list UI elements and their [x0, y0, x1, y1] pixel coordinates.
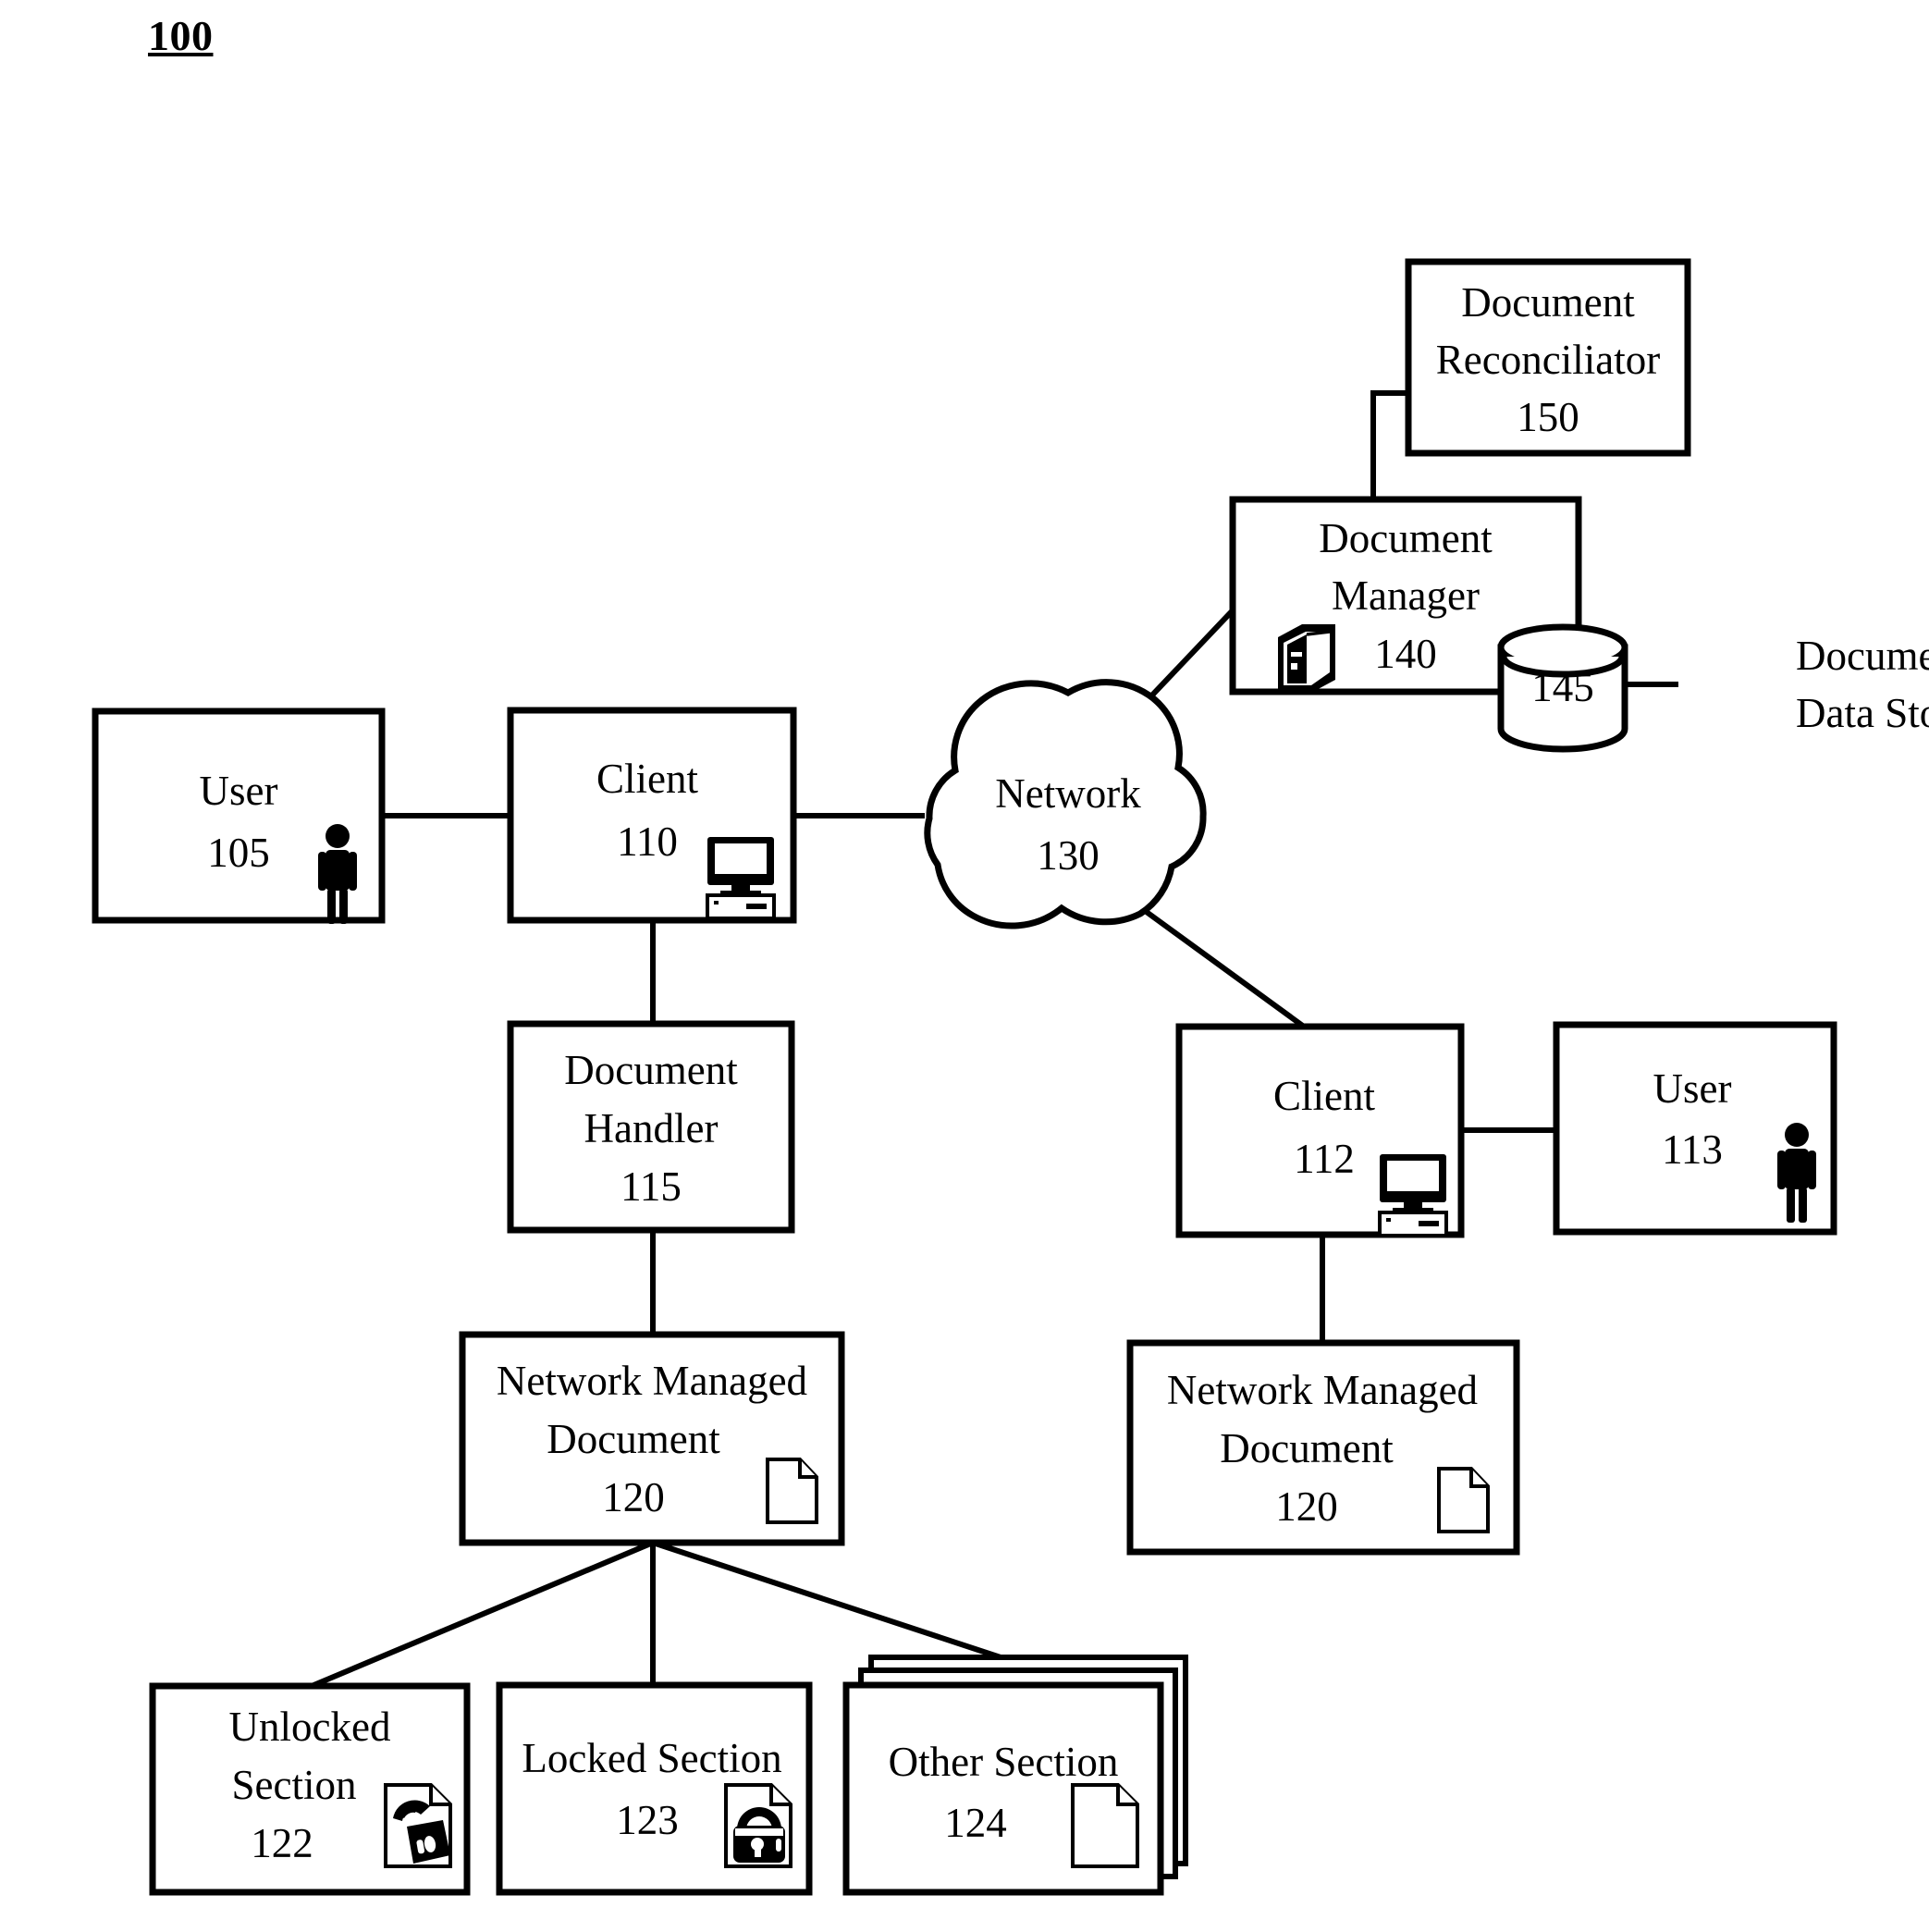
- document-handler115-label-line3: 115: [620, 1163, 682, 1210]
- node-unlocked-section-122[interactable]: Unlocked Section 122: [149, 1682, 471, 1896]
- locked-section123-label-line2: 123: [616, 1797, 679, 1843]
- user113-label-line2: 113: [1662, 1126, 1723, 1173]
- unlocked-section122-label-line1: Unlocked: [229, 1704, 391, 1750]
- figure-root: 100 User 105 Client 110 Network 130 Docu…: [0, 0, 1929, 1932]
- other-section124-label-line2: 124: [944, 1800, 1007, 1846]
- other-section124-label-line1: Other Section: [889, 1739, 1119, 1785]
- link-nmd120-unlocked-section122: [310, 1540, 655, 1689]
- user113-label-line1: User: [1653, 1065, 1732, 1112]
- document-unlocked-padlock-icon: [384, 1783, 452, 1868]
- node-user-113[interactable]: User 113: [1553, 1021, 1837, 1236]
- datastore145-caption-line1: Document: [1796, 633, 1929, 679]
- datastore145-caption-line2: Data Store: [1796, 690, 1929, 736]
- computer-icon: [706, 837, 776, 920]
- reconciliator150-label-line3: 150: [1517, 394, 1579, 440]
- client112-label-line2: 112: [1294, 1136, 1355, 1182]
- system-architecture-diagram: User 105 Client 110 Network 130 Document…: [92, 258, 1929, 1896]
- document-locked-padlock-icon: [724, 1783, 792, 1868]
- link-reconciliator150-document-manager140: [1370, 390, 1408, 502]
- node-datastore-145[interactable]: 145 Document Data Store: [1497, 623, 1929, 753]
- nmd120-right-label-line1: Network Managed: [1167, 1367, 1478, 1413]
- node-user-105[interactable]: User 105: [92, 708, 386, 924]
- server-icon: [1278, 624, 1335, 693]
- document-icon: [1437, 1467, 1490, 1533]
- user105-label-line2: 105: [207, 830, 270, 876]
- document-manager140-label-line1: Document: [1319, 515, 1493, 561]
- network130-label-line1: Network: [995, 770, 1141, 817]
- link-network130-client112: [1122, 892, 1306, 1029]
- unlocked-section122-label-line3: 122: [251, 1820, 313, 1866]
- node-locked-section-123[interactable]: Locked Section 123: [496, 1681, 813, 1896]
- nmd120-left-label-line1: Network Managed: [497, 1358, 807, 1404]
- user105-label-line1: User: [200, 768, 278, 814]
- node-network-130[interactable]: Network 130: [924, 679, 1207, 929]
- document-manager140-label-line2: Manager: [1332, 572, 1480, 619]
- document-icon: [1071, 1783, 1139, 1868]
- reconciliator150-label-line2: Reconciliator: [1436, 337, 1660, 383]
- node-other-section-124[interactable]: Other Section 124: [842, 1655, 1188, 1896]
- link-nmd120-other-section124: [652, 1540, 1004, 1661]
- node-client-112[interactable]: Client 112: [1175, 1023, 1465, 1238]
- document-manager140-label-line3: 140: [1374, 631, 1437, 677]
- client110-label-line2: 110: [617, 818, 678, 865]
- document-icon: [766, 1458, 818, 1524]
- node-document-handler-115[interactable]: Document Handler 115: [507, 1020, 795, 1234]
- document-handler115-label-line1: Document: [564, 1047, 738, 1093]
- client112-label-line1: Client: [1273, 1073, 1375, 1119]
- node-client-110[interactable]: Client 110: [507, 707, 797, 924]
- unlocked-section122-label-line2: Section: [232, 1762, 357, 1808]
- client110-box[interactable]: [507, 707, 797, 924]
- reconciliator150-label-line1: Document: [1461, 279, 1635, 326]
- nmd120-left-label-line2: Document: [547, 1416, 720, 1462]
- node-document-reconciliator-150[interactable]: Document Reconciliator 150: [1405, 258, 1691, 457]
- node-network-managed-document-120-left[interactable]: Network Managed Document 120: [459, 1331, 845, 1546]
- computer-icon: [1378, 1154, 1448, 1237]
- nmd120-right-label-line2: Document: [1220, 1425, 1394, 1471]
- node-network-managed-document-120-right[interactable]: Network Managed Document 120: [1126, 1339, 1520, 1556]
- client110-label-line1: Client: [596, 756, 698, 802]
- nmd120-right-label-line3: 120: [1275, 1483, 1338, 1530]
- datastore145-label: 145: [1531, 664, 1594, 710]
- locked-section123-label-line1: Locked Section: [522, 1735, 781, 1781]
- nmd120-left-label-line3: 120: [602, 1474, 665, 1520]
- document-handler115-label-line2: Handler: [584, 1105, 719, 1151]
- network130-label-line2: 130: [1037, 832, 1100, 879]
